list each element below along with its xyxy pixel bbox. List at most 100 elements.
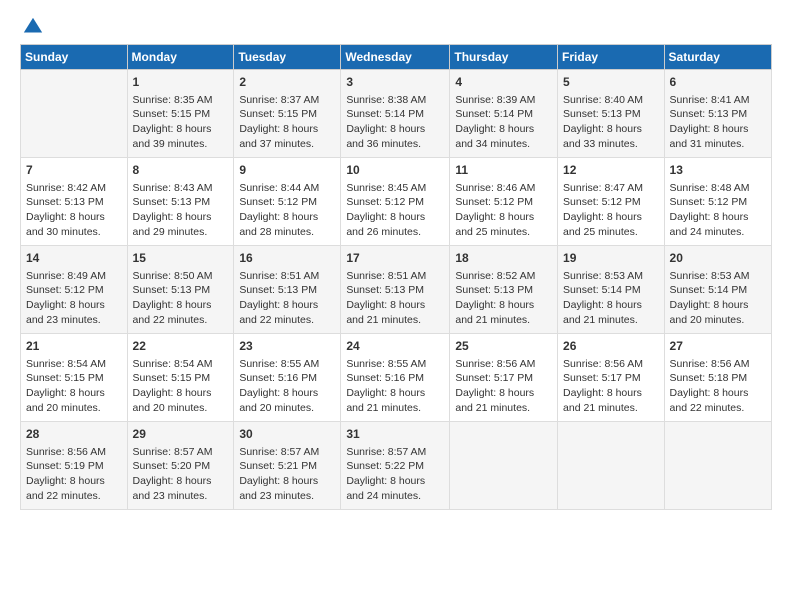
day-header-thursday: Thursday (450, 45, 558, 70)
day-info-line: Sunset: 5:19 PM (26, 459, 122, 474)
day-info-line: Daylight: 8 hours (346, 210, 444, 225)
header (20, 16, 772, 34)
day-header-monday: Monday (127, 45, 234, 70)
day-number: 9 (239, 162, 335, 179)
day-info-line: Daylight: 8 hours (239, 298, 335, 313)
day-info-line: Sunset: 5:16 PM (239, 371, 335, 386)
calendar-cell: 3Sunrise: 8:38 AMSunset: 5:14 PMDaylight… (341, 70, 450, 158)
day-info-line: Sunset: 5:13 PM (26, 195, 122, 210)
calendar-week-3: 14Sunrise: 8:49 AMSunset: 5:12 PMDayligh… (21, 246, 772, 334)
day-info-line: Sunset: 5:14 PM (563, 283, 659, 298)
calendar-cell: 25Sunrise: 8:56 AMSunset: 5:17 PMDayligh… (450, 334, 558, 422)
day-info-line: Sunrise: 8:57 AM (346, 445, 444, 460)
calendar-cell: 27Sunrise: 8:56 AMSunset: 5:18 PMDayligh… (664, 334, 771, 422)
day-info-line: Sunset: 5:12 PM (26, 283, 122, 298)
calendar-cell: 2Sunrise: 8:37 AMSunset: 5:15 PMDaylight… (234, 70, 341, 158)
day-info-line: and 23 minutes. (133, 489, 229, 504)
day-info-line: Sunset: 5:17 PM (455, 371, 552, 386)
day-number: 25 (455, 338, 552, 355)
calendar-cell: 8Sunrise: 8:43 AMSunset: 5:13 PMDaylight… (127, 158, 234, 246)
calendar-cell: 18Sunrise: 8:52 AMSunset: 5:13 PMDayligh… (450, 246, 558, 334)
day-info-line: Sunrise: 8:53 AM (670, 269, 766, 284)
calendar-week-5: 28Sunrise: 8:56 AMSunset: 5:19 PMDayligh… (21, 422, 772, 510)
day-number: 12 (563, 162, 659, 179)
day-number: 23 (239, 338, 335, 355)
day-info-line: Sunset: 5:15 PM (133, 371, 229, 386)
calendar-cell: 5Sunrise: 8:40 AMSunset: 5:13 PMDaylight… (558, 70, 665, 158)
day-info-line: and 22 minutes. (26, 489, 122, 504)
day-number: 21 (26, 338, 122, 355)
day-number: 13 (670, 162, 766, 179)
day-number: 17 (346, 250, 444, 267)
day-info-line: Daylight: 8 hours (670, 210, 766, 225)
day-number: 24 (346, 338, 444, 355)
day-header-wednesday: Wednesday (341, 45, 450, 70)
calendar-cell: 28Sunrise: 8:56 AMSunset: 5:19 PMDayligh… (21, 422, 128, 510)
day-info-line: Sunrise: 8:54 AM (26, 357, 122, 372)
day-info-line: Daylight: 8 hours (563, 386, 659, 401)
day-info-line: Sunrise: 8:56 AM (670, 357, 766, 372)
day-info-line: Sunset: 5:13 PM (670, 107, 766, 122)
day-info-line: Sunrise: 8:51 AM (346, 269, 444, 284)
calendar-cell: 22Sunrise: 8:54 AMSunset: 5:15 PMDayligh… (127, 334, 234, 422)
day-number: 1 (133, 74, 229, 91)
day-number: 15 (133, 250, 229, 267)
day-info-line: and 23 minutes. (239, 489, 335, 504)
day-info-line: Sunset: 5:15 PM (133, 107, 229, 122)
day-info-line: Daylight: 8 hours (26, 210, 122, 225)
day-info-line: Daylight: 8 hours (133, 210, 229, 225)
calendar-cell: 12Sunrise: 8:47 AMSunset: 5:12 PMDayligh… (558, 158, 665, 246)
day-info-line: Sunrise: 8:56 AM (26, 445, 122, 460)
calendar-cell: 20Sunrise: 8:53 AMSunset: 5:14 PMDayligh… (664, 246, 771, 334)
day-info-line: Sunset: 5:18 PM (670, 371, 766, 386)
day-info-line: Sunrise: 8:53 AM (563, 269, 659, 284)
day-info-line: Sunset: 5:17 PM (563, 371, 659, 386)
day-info-line: Daylight: 8 hours (239, 474, 335, 489)
day-info-line: and 30 minutes. (26, 225, 122, 240)
day-info-line: Sunset: 5:12 PM (670, 195, 766, 210)
day-info-line: Sunrise: 8:45 AM (346, 181, 444, 196)
day-info-line: Sunrise: 8:37 AM (239, 93, 335, 108)
day-info-line: Sunset: 5:15 PM (26, 371, 122, 386)
day-number: 19 (563, 250, 659, 267)
day-info-line: Sunrise: 8:46 AM (455, 181, 552, 196)
day-info-line: Sunrise: 8:52 AM (455, 269, 552, 284)
day-info-line: Daylight: 8 hours (455, 122, 552, 137)
calendar-cell: 23Sunrise: 8:55 AMSunset: 5:16 PMDayligh… (234, 334, 341, 422)
calendar-table: SundayMondayTuesdayWednesdayThursdayFrid… (20, 44, 772, 510)
day-number: 22 (133, 338, 229, 355)
day-info-line: and 29 minutes. (133, 225, 229, 240)
day-info-line: Daylight: 8 hours (670, 298, 766, 313)
day-info-line: and 25 minutes. (455, 225, 552, 240)
day-info-line: and 20 minutes. (670, 313, 766, 328)
day-info-line: Sunrise: 8:38 AM (346, 93, 444, 108)
day-info-line: Sunset: 5:12 PM (455, 195, 552, 210)
logo (20, 16, 44, 34)
day-info-line: Daylight: 8 hours (346, 298, 444, 313)
day-info-line: and 31 minutes. (670, 137, 766, 152)
day-number: 20 (670, 250, 766, 267)
calendar-cell: 11Sunrise: 8:46 AMSunset: 5:12 PMDayligh… (450, 158, 558, 246)
day-info-line: Sunrise: 8:39 AM (455, 93, 552, 108)
day-number: 29 (133, 426, 229, 443)
day-info-line: and 21 minutes. (563, 313, 659, 328)
day-info-line: Sunset: 5:20 PM (133, 459, 229, 474)
page: SundayMondayTuesdayWednesdayThursdayFrid… (0, 0, 792, 612)
calendar-cell: 7Sunrise: 8:42 AMSunset: 5:13 PMDaylight… (21, 158, 128, 246)
day-info-line: Daylight: 8 hours (670, 122, 766, 137)
day-info-line: Sunset: 5:13 PM (133, 283, 229, 298)
calendar-cell: 19 Sunrise: 8:53 AMSunset: 5:14 PMDayligh… (558, 246, 665, 334)
day-number: 18 (455, 250, 552, 267)
day-info-line: Sunset: 5:16 PM (346, 371, 444, 386)
day-info-line: Daylight: 8 hours (133, 386, 229, 401)
calendar-cell: 10 Sunrise: 8:45 AMSunset: 5:12 PMDayligh… (341, 158, 450, 246)
calendar-week-1: 1Sunrise: 8:35 AMSunset: 5:15 PMDaylight… (21, 70, 772, 158)
calendar-cell: 16Sunrise: 8:51 AMSunset: 5:13 PMDayligh… (234, 246, 341, 334)
day-info-line: Sunset: 5:12 PM (346, 195, 444, 210)
day-info-line: Daylight: 8 hours (563, 298, 659, 313)
day-header-saturday: Saturday (664, 45, 771, 70)
day-info-line: Daylight: 8 hours (346, 386, 444, 401)
day-info-line: and 20 minutes. (133, 401, 229, 416)
day-info-line: and 36 minutes. (346, 137, 444, 152)
day-number: 10 (346, 162, 444, 179)
